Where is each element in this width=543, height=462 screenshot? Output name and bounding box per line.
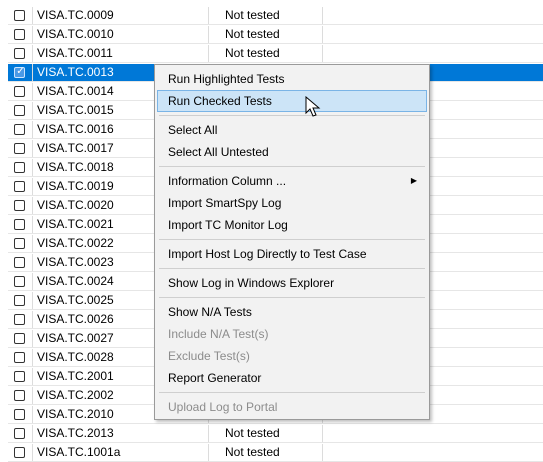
menu-item-label: Run Highlighted Tests (168, 72, 285, 86)
test-status-cell: Not tested (208, 45, 323, 62)
menu-item-select-all[interactable]: Select All (157, 119, 427, 141)
table-row[interactable]: VISA.TC.0011 Not tested (8, 45, 543, 63)
menu-item-show-na-tests[interactable]: Show N/A Tests (157, 301, 427, 323)
row-checkbox[interactable] (14, 143, 25, 154)
row-checkbox[interactable] (14, 105, 25, 116)
menu-item-label: Information Column ... (168, 174, 287, 188)
menu-item-import-tc-monitor-log[interactable]: Import TC Monitor Log (157, 214, 427, 236)
row-checkbox[interactable] (14, 276, 25, 287)
test-case-id-cell: VISA.TC.0010 (32, 26, 207, 43)
menu-separator (159, 392, 425, 393)
menu-item-label: Exclude Test(s) (168, 349, 250, 363)
menu-item-label: Import Host Log Directly to Test Case (168, 247, 367, 261)
context-menu: Run Highlighted Tests Run Checked Tests Se… (154, 64, 430, 420)
menu-item-run-checked-tests[interactable]: Run Checked Tests (157, 90, 427, 112)
row-checkbox[interactable]: ✓ (14, 66, 25, 78)
menu-item-label: Include N/A Test(s) (168, 327, 269, 341)
menu-separator (159, 239, 425, 240)
menu-item-label: Select All Untested (168, 145, 269, 159)
test-status-cell: Not tested (208, 7, 323, 24)
mouse-pointer-icon (305, 96, 321, 117)
menu-item-report-generator[interactable]: Report Generator (157, 367, 427, 389)
table-row[interactable]: VISA.TC.2013 Not tested (8, 425, 543, 443)
menu-item-import-smartspy-log[interactable]: Import SmartSpy Log (157, 192, 427, 214)
row-checkbox[interactable] (14, 162, 25, 173)
row-checkbox[interactable] (14, 219, 25, 230)
test-status-cell: Not tested (208, 26, 323, 43)
table-row[interactable]: VISA.TC.1001a Not tested (8, 444, 543, 462)
menu-item-label: Show N/A Tests (168, 305, 252, 319)
row-checkbox[interactable] (14, 371, 25, 382)
row-checkbox[interactable] (14, 333, 25, 344)
menu-item-run-highlighted-tests[interactable]: Run Highlighted Tests (157, 68, 427, 90)
test-case-id-cell: VISA.TC.0011 (32, 45, 207, 62)
row-checkbox[interactable] (14, 314, 25, 325)
menu-item-label: Select All (168, 123, 218, 137)
row-checkbox[interactable] (14, 29, 25, 40)
row-checkbox[interactable] (14, 124, 25, 135)
row-checkbox[interactable] (14, 352, 25, 363)
menu-separator (159, 115, 425, 116)
menu-item-label: Import TC Monitor Log (168, 218, 288, 232)
menu-item-select-all-untested[interactable]: Select All Untested (157, 141, 427, 163)
menu-item-label: Show Log in Windows Explorer (168, 276, 335, 290)
row-checkbox[interactable] (14, 200, 25, 211)
menu-item-import-host-log[interactable]: Import Host Log Directly to Test Case (157, 243, 427, 265)
row-checkbox[interactable] (14, 390, 25, 401)
row-checkbox[interactable] (14, 86, 25, 97)
test-case-id-cell: VISA.TC.2013 (32, 425, 207, 442)
row-checkbox[interactable] (14, 48, 25, 59)
menu-separator (159, 297, 425, 298)
menu-separator (159, 268, 425, 269)
row-checkbox[interactable] (14, 428, 25, 439)
test-status-cell: Not tested (208, 425, 323, 442)
checkmark-icon: ✓ (16, 66, 25, 77)
row-checkbox[interactable] (14, 409, 25, 420)
menu-item-include-na-tests[interactable]: Include N/A Test(s) (157, 323, 427, 345)
table-row[interactable]: VISA.TC.0010 Not tested (8, 26, 543, 44)
menu-item-label: Run Checked Tests (168, 94, 272, 108)
menu-item-label: Upload Log to Portal (168, 400, 278, 414)
menu-item-information-column[interactable]: Information Column ... ▶ (157, 170, 427, 192)
menu-item-upload-log-to-portal[interactable]: Upload Log to Portal (157, 396, 427, 418)
test-case-id-cell: VISA.TC.0009 (32, 7, 207, 24)
table-row[interactable]: VISA.TC.0009 Not tested (8, 7, 543, 25)
row-checkbox[interactable] (14, 447, 25, 458)
row-checkbox[interactable] (14, 238, 25, 249)
menu-separator (159, 166, 425, 167)
test-case-id-cell: VISA.TC.1001a (32, 444, 207, 461)
test-status-cell: Not tested (208, 444, 323, 461)
row-checkbox[interactable] (14, 181, 25, 192)
menu-item-exclude-tests[interactable]: Exclude Test(s) (157, 345, 427, 367)
menu-item-show-log-in-explorer[interactable]: Show Log in Windows Explorer (157, 272, 427, 294)
menu-item-label: Import SmartSpy Log (168, 196, 282, 210)
menu-item-label: Report Generator (168, 371, 262, 385)
row-checkbox[interactable] (14, 295, 25, 306)
submenu-arrow-icon: ▶ (410, 176, 417, 185)
row-checkbox[interactable] (14, 10, 25, 21)
row-checkbox[interactable] (14, 257, 25, 268)
